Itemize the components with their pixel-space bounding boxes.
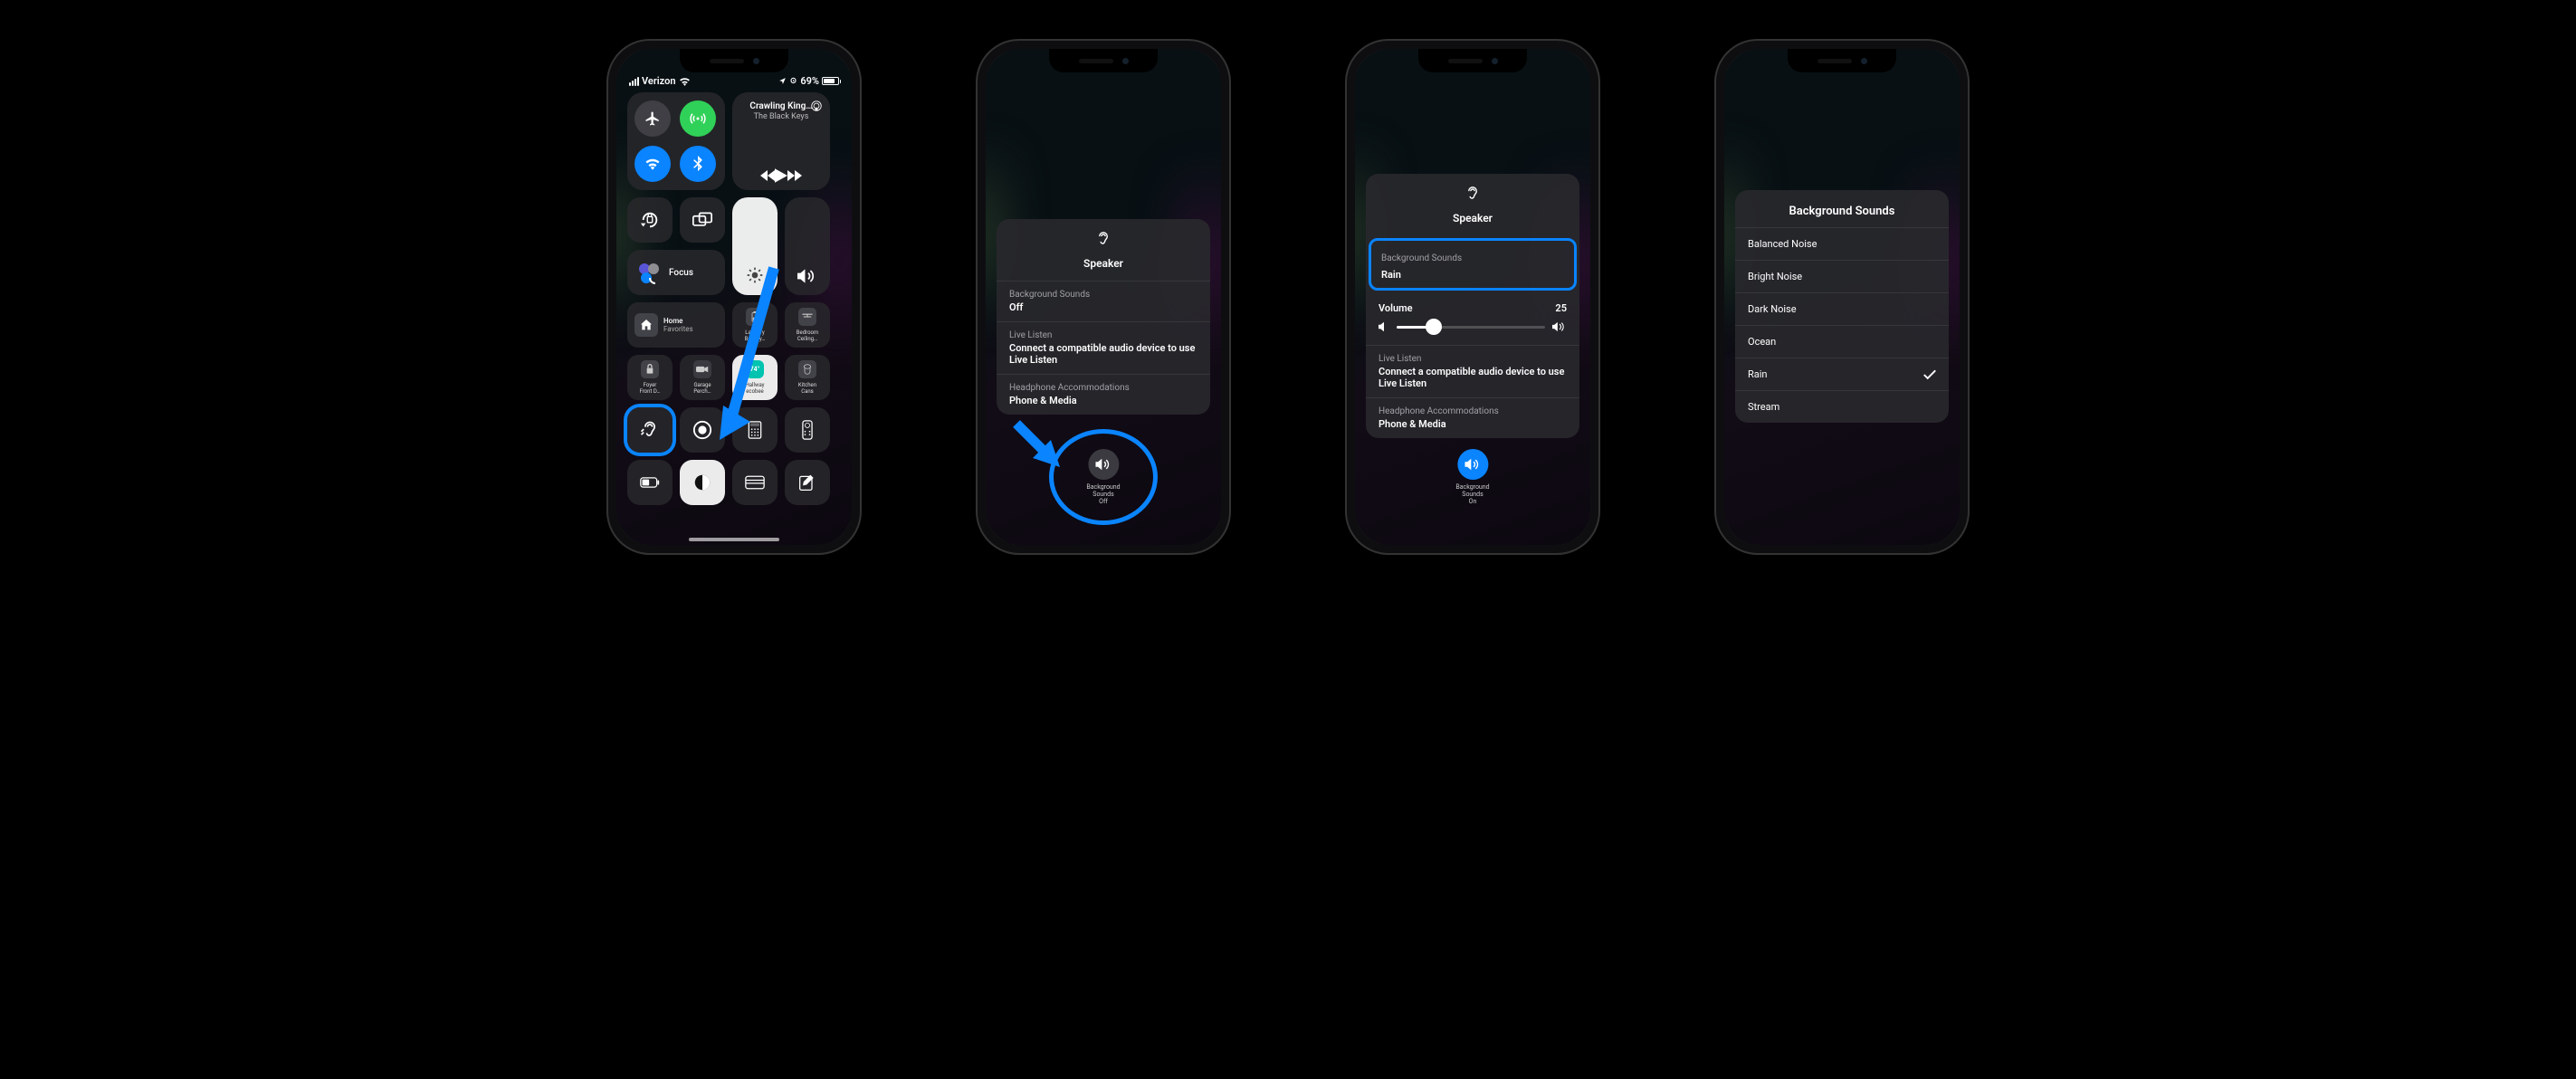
hearing-panel: Speaker Background Sounds Off Live Liste…: [997, 219, 1210, 415]
light-icon: [798, 360, 816, 378]
home-icon: [634, 313, 658, 337]
brightness-slider[interactable]: [732, 197, 778, 295]
play-button[interactable]: [775, 168, 787, 183]
annotation-arrow: [1011, 418, 1065, 473]
dark-mode-button[interactable]: [680, 460, 725, 505]
sound-option-rain[interactable]: Rain: [1735, 358, 1949, 390]
sound-option-dark-noise[interactable]: Dark Noise: [1735, 292, 1949, 325]
phone-sound-list: Background Sounds Balanced Noise Bright …: [1716, 41, 1968, 553]
volume-slider[interactable]: [1397, 326, 1545, 329]
bluetooth-toggle[interactable]: [680, 146, 716, 182]
focus-button[interactable]: Focus: [627, 250, 725, 295]
hearing-panel: Speaker Background Sounds Rain Volume25 …: [1366, 174, 1579, 438]
sound-option-ocean[interactable]: Ocean: [1735, 325, 1949, 358]
home-bedroom-tile[interactable]: BedroomCeiling…: [785, 302, 830, 348]
volume-value: 25: [1555, 302, 1567, 314]
focus-icon: [636, 260, 662, 285]
calculator-button[interactable]: [732, 407, 778, 453]
connectivity-tile[interactable]: [627, 92, 725, 190]
orientation-lock-toggle[interactable]: [627, 197, 673, 243]
cellular-signal-icon: [629, 77, 639, 86]
volume-label: Volume: [1379, 302, 1413, 314]
home-garage-tile[interactable]: GaragePerch…: [680, 355, 725, 400]
sound-option-balanced-noise[interactable]: Balanced Noise: [1735, 227, 1949, 260]
screen-record-button[interactable]: [680, 407, 725, 453]
home-favorites-label-1: Home: [663, 317, 693, 325]
phone-hearing-off: Speaker Background Sounds Off Live Liste…: [978, 41, 1229, 553]
wallet-button[interactable]: [732, 460, 778, 505]
carrier-label: Verizon: [642, 75, 676, 87]
notch: [1788, 49, 1896, 72]
notch: [1049, 49, 1158, 72]
notch: [680, 49, 788, 72]
thermostat-icon: 74°: [746, 360, 764, 378]
ear-icon: [1465, 185, 1481, 203]
ceiling-fan-icon: [798, 308, 816, 326]
home-hallway-tile[interactable]: 74° Hallwayecobee: [732, 355, 778, 400]
lock-icon: [641, 360, 659, 378]
background-sounds-list: Background Sounds Balanced Noise Bright …: [1735, 190, 1949, 423]
battery-icon: [822, 77, 839, 85]
notch: [1418, 49, 1527, 72]
phone-hearing-on: Speaker Background Sounds Rain Volume25 …: [1347, 41, 1598, 553]
annotation-circle: [1049, 429, 1158, 525]
airplay-icon[interactable]: [810, 100, 823, 112]
speaker-label: Speaker: [1453, 212, 1493, 224]
media-track-title: Crawling King…: [749, 101, 812, 111]
battery-pct: 69%: [800, 75, 819, 87]
hearing-button[interactable]: [627, 407, 673, 453]
home-favorites-label-2: Favorites: [663, 325, 693, 333]
wifi-icon: [679, 77, 691, 86]
next-track-button[interactable]: [787, 170, 802, 181]
sound-option-stream[interactable]: Stream: [1735, 390, 1949, 423]
phone-control-center: Verizon 69%: [608, 41, 860, 553]
background-sounds-toggle[interactable]: BackgroundSoundsOn: [1455, 449, 1489, 505]
media-tile[interactable]: Crawling King… The Black Keys: [732, 92, 830, 190]
home-laundry-tile[interactable]: LaundryBattery…: [732, 302, 778, 348]
checkmark-icon: [1923, 369, 1936, 380]
focus-label: Focus: [669, 268, 693, 278]
volume-icon: [797, 268, 817, 284]
list-title: Background Sounds: [1735, 190, 1949, 227]
volume-min-icon: [1379, 321, 1389, 332]
background-sounds-row[interactable]: Background Sounds Off: [997, 281, 1210, 321]
airplane-mode-toggle[interactable]: [634, 100, 671, 137]
media-artist: The Black Keys: [754, 112, 809, 121]
low-power-mode-button[interactable]: [627, 460, 673, 505]
output-device-row[interactable]: Speaker: [997, 219, 1210, 281]
headphone-accommodations-row[interactable]: Headphone Accommodations Phone & Media: [1366, 397, 1579, 438]
home-foyer-tile[interactable]: FoyerFront D…: [627, 355, 673, 400]
alarm-icon: [789, 77, 797, 85]
sound-option-bright-noise[interactable]: Bright Noise: [1735, 260, 1949, 292]
notes-button[interactable]: [785, 460, 830, 505]
home-favorites-tile[interactable]: HomeFavorites: [627, 302, 725, 348]
speaker-icon: [1465, 458, 1481, 471]
battery-sensor-icon: [746, 308, 764, 326]
volume-max-icon: [1552, 321, 1567, 332]
speaker-label: Speaker: [1083, 257, 1123, 270]
headphone-accommodations-row[interactable]: Headphone Accommodations Phone & Media: [997, 374, 1210, 415]
volume-row: Volume 25: [1366, 293, 1579, 345]
brightness-icon: [746, 266, 764, 284]
volume-slider[interactable]: [785, 197, 830, 295]
wifi-toggle[interactable]: [634, 146, 671, 182]
home-indicator[interactable]: [689, 538, 779, 541]
live-listen-row[interactable]: Live Listen Connect a compatible audio d…: [1366, 345, 1579, 397]
location-icon: [778, 77, 787, 85]
live-listen-row[interactable]: Live Listen Connect a compatible audio d…: [997, 321, 1210, 374]
cellular-data-toggle[interactable]: [680, 100, 716, 137]
apple-tv-remote-button[interactable]: [785, 407, 830, 453]
home-kitchen-tile[interactable]: KitchenCans: [785, 355, 830, 400]
previous-track-button[interactable]: [760, 170, 775, 181]
screen-mirroring-button[interactable]: [680, 197, 725, 243]
ear-icon: [1095, 230, 1111, 248]
background-sounds-row[interactable]: Background Sounds Rain: [1369, 238, 1577, 291]
output-device-row[interactable]: Speaker: [1366, 174, 1579, 235]
camera-icon: [693, 360, 711, 378]
